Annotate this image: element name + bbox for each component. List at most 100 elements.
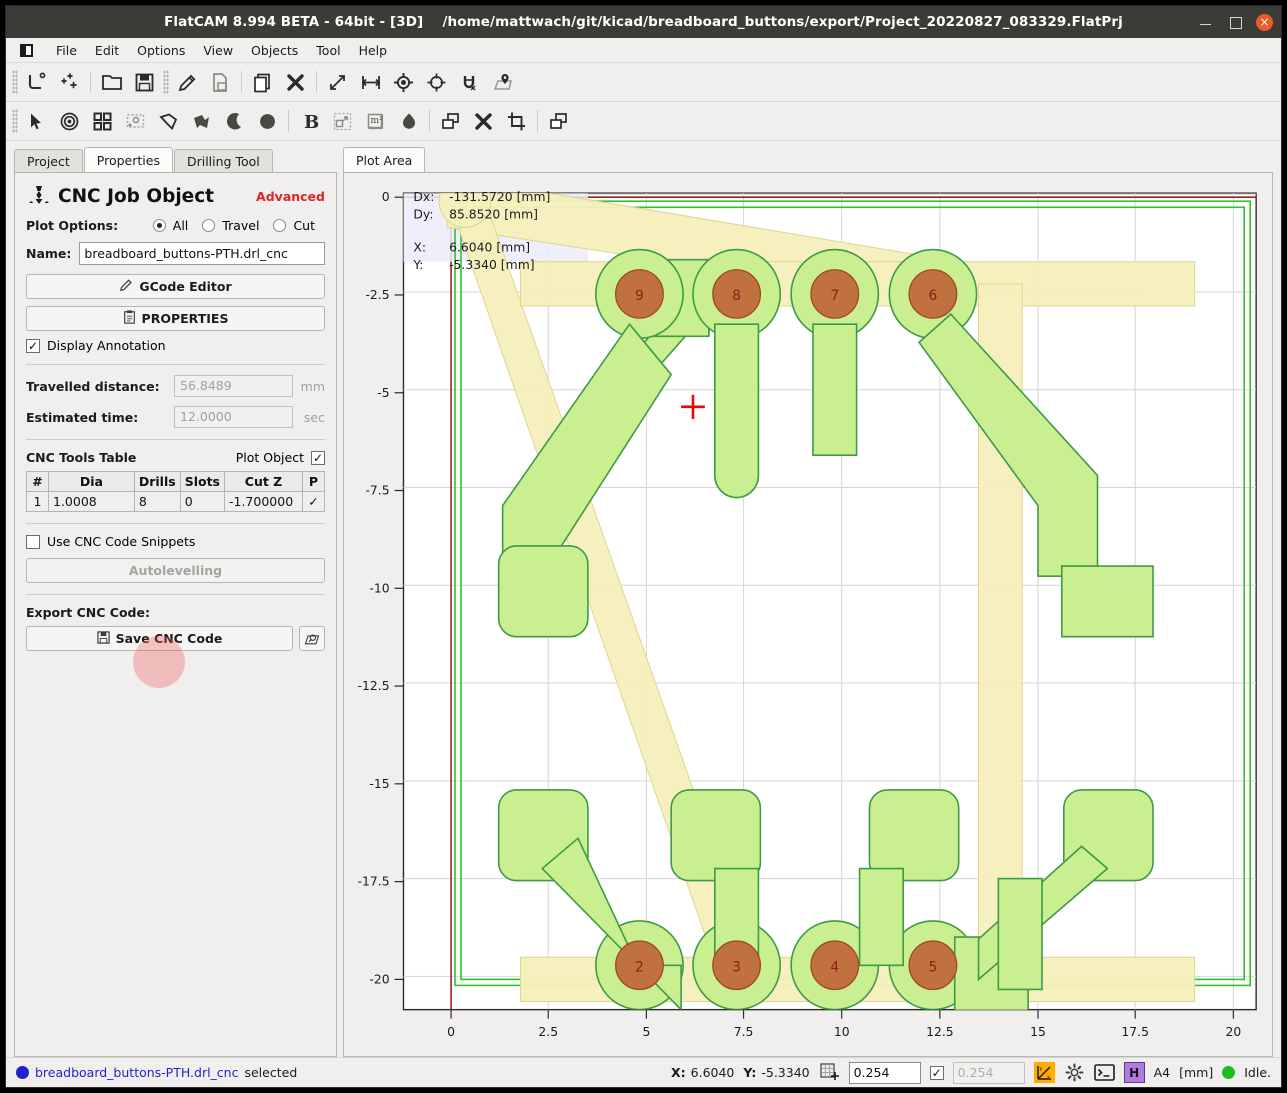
grid-link-checkbox[interactable]: ✓ (930, 1066, 944, 1080)
polygon-icon[interactable] (152, 105, 185, 138)
units-label[interactable]: [mm] (1179, 1065, 1213, 1080)
grid-y-input[interactable]: 0.254 (953, 1062, 1025, 1084)
save-cnc-code-button[interactable]: Save CNC Code (26, 626, 293, 651)
svg-text:Y:: Y: (412, 257, 423, 272)
drill-array-icon[interactable] (86, 105, 119, 138)
toolbar-grip[interactable] (163, 70, 169, 94)
selected-suffix: selected (244, 1065, 297, 1080)
name-input[interactable]: breadboard_buttons-PTH.drl_cnc (79, 242, 325, 265)
slot-icon[interactable] (119, 105, 152, 138)
page-size-label[interactable]: A4 (1154, 1065, 1171, 1080)
disc-icon[interactable] (251, 105, 284, 138)
save-object-icon[interactable] (204, 66, 237, 99)
text-b-icon[interactable]: B (293, 105, 326, 138)
toolbar-grip[interactable] (12, 109, 18, 133)
table-row[interactable]: 1 1.0008 8 0 -1.700000 ✓ (27, 492, 325, 512)
maximize-button[interactable] (1227, 14, 1243, 30)
geometry-icon[interactable] (20, 66, 53, 99)
distance-min-icon[interactable] (354, 66, 387, 99)
divider (26, 594, 325, 595)
plot-object-checkbox[interactable]: ✓ (311, 451, 325, 465)
radio-all[interactable] (153, 219, 166, 232)
plot-canvas[interactable]: 0 -2.5 -5 -7.5 -10 -12.5 -15 -17.5 -20 (344, 173, 1272, 1056)
display-annotation-checkbox[interactable]: ✓ (26, 339, 40, 353)
flatcam-window: FlatCAM 8.994 BETA - 64bit - [3D] /home/… (5, 5, 1282, 1088)
toolbar-separator (241, 71, 242, 93)
distance-diagonal-icon[interactable] (321, 66, 354, 99)
travelled-distance-row: Travelled distance: 56.8489 mm (26, 375, 325, 397)
crop-icon[interactable] (500, 105, 533, 138)
axis-toggle-icon[interactable]: yx (1034, 1062, 1055, 1083)
measure-area-icon[interactable]: m² (359, 105, 392, 138)
toolbar-separator (316, 71, 317, 93)
app-menu-icon[interactable] (20, 44, 33, 57)
gcode-editor-button[interactable]: GCode Editor (26, 274, 325, 299)
open-folder-icon[interactable] (95, 66, 128, 99)
save-project-icon[interactable] (128, 66, 161, 99)
menu-objects[interactable]: Objects (242, 41, 307, 60)
delete-shape-icon[interactable] (467, 105, 500, 138)
toolbar-separator (90, 71, 91, 93)
paint-icon[interactable] (392, 105, 425, 138)
use-cnc-snippets-checkbox[interactable] (26, 535, 40, 549)
snap-magnet-icon[interactable] (453, 66, 486, 99)
radio-cut[interactable] (273, 219, 286, 232)
menu-file[interactable]: File (47, 41, 86, 60)
menu-edit[interactable]: Edit (86, 41, 128, 60)
toolbar-grip[interactable] (12, 70, 18, 94)
status-x-label: X: (671, 1065, 686, 1080)
union-icon[interactable] (542, 105, 575, 138)
snippets-row[interactable]: Use CNC Code Snippets (26, 534, 325, 549)
export-cnc-code-label: Export CNC Code: (26, 605, 150, 620)
delete-object-icon[interactable] (279, 66, 312, 99)
review-magnifier-icon[interactable] (299, 626, 325, 651)
tab-project[interactable]: Project (14, 149, 83, 173)
copy-shape-icon[interactable] (434, 105, 467, 138)
menu-options[interactable]: Options (128, 41, 194, 60)
cell-cutz[interactable]: -1.700000 (225, 492, 303, 512)
tab-properties[interactable]: Properties (84, 147, 173, 173)
properties-button[interactable]: PROPERTIES (26, 306, 325, 331)
status-x-value: 6.6040 (691, 1065, 735, 1080)
radio-cut-label: Cut (293, 218, 315, 233)
edit-pencil-icon[interactable] (171, 66, 204, 99)
close-button[interactable]: × (1256, 14, 1273, 31)
cell-dia[interactable]: 1.0008 (49, 492, 135, 512)
display-annotation-row[interactable]: ✓ Display Annotation (26, 338, 325, 353)
object-dot-icon (16, 1066, 29, 1079)
menu-help[interactable]: Help (350, 41, 397, 60)
svg-text:15: 15 (1030, 1024, 1046, 1039)
selected-object-name[interactable]: breadboard_buttons-PTH.drl_cnc (35, 1065, 238, 1080)
plot-area[interactable]: 0 -2.5 -5 -7.5 -10 -12.5 -15 -17.5 -20 (343, 172, 1273, 1057)
half-disc-icon[interactable] (218, 105, 251, 138)
copy-object-icon[interactable] (246, 66, 279, 99)
excellon-new-icon[interactable] (53, 66, 86, 99)
export-label-row: Export CNC Code: (26, 605, 325, 620)
tab-drilling-tool[interactable]: Drilling Tool (174, 149, 273, 173)
gear-icon[interactable] (1064, 1062, 1085, 1083)
radio-travel[interactable] (202, 219, 215, 232)
drill-circle-icon[interactable] (53, 105, 86, 138)
path-icon[interactable] (185, 105, 218, 138)
select-arrow-icon[interactable] (20, 105, 53, 138)
menu-tool[interactable]: Tool (307, 41, 349, 60)
svg-text:-12.5: -12.5 (358, 678, 390, 693)
origin-target-icon[interactable] (387, 66, 420, 99)
properties-label: PROPERTIES (142, 311, 229, 326)
svg-text:0: 0 (382, 189, 390, 204)
minimize-button[interactable] (1198, 14, 1214, 30)
th-drills: Drills (134, 472, 180, 492)
transform-select-icon[interactable] (326, 105, 359, 138)
toolbar-separator (429, 110, 430, 132)
hud-toggle-icon[interactable]: H (1124, 1062, 1145, 1083)
grid-snap-icon[interactable] (819, 1062, 840, 1083)
locate-pin-icon[interactable] (486, 66, 519, 99)
grid-x-input[interactable]: 0.254 (849, 1062, 921, 1084)
export-row: Save CNC Code (26, 626, 325, 651)
menu-view[interactable]: View (194, 41, 242, 60)
terminal-icon[interactable] (1094, 1062, 1115, 1083)
jump-to-icon[interactable] (420, 66, 453, 99)
cell-plot-checkbox[interactable]: ✓ (303, 492, 325, 512)
tab-plot-area[interactable]: Plot Area (343, 147, 425, 173)
status-y-value: -5.3340 (761, 1065, 809, 1080)
